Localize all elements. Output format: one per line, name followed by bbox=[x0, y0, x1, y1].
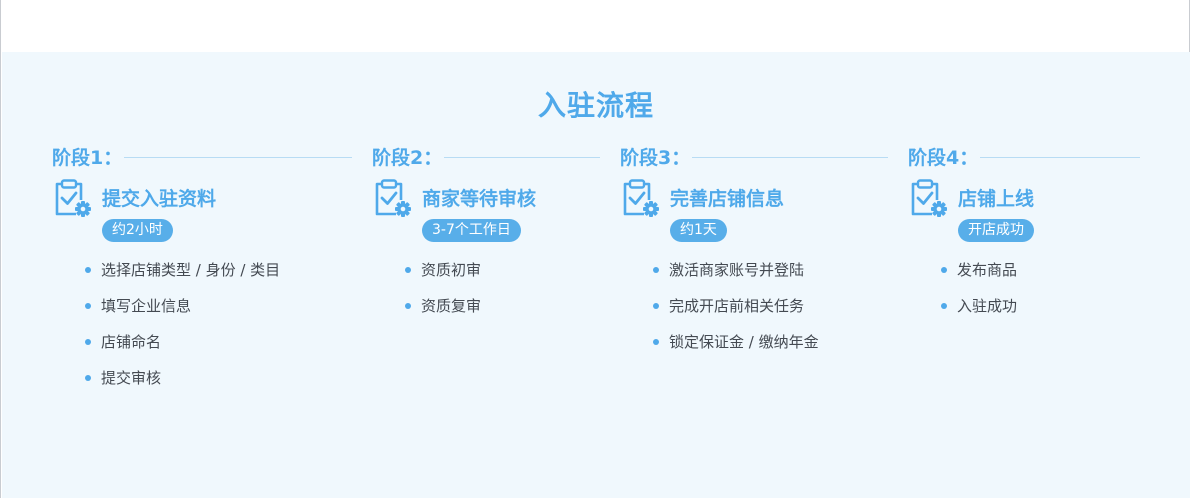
stage-step-list: 资质初审 资质复审 bbox=[405, 258, 481, 330]
list-item: 完成开店前相关任务 bbox=[653, 294, 819, 330]
list-item: 资质初审 bbox=[405, 258, 481, 294]
stage-step-list: 发布商品 入驻成功 bbox=[941, 258, 1017, 330]
stage-name: 店铺上线 bbox=[958, 188, 1035, 210]
clipboard-check-gear-icon bbox=[620, 178, 660, 218]
stage-label: 阶段3： bbox=[620, 147, 691, 169]
list-item: 选择店铺类型 / 身份 / 类目 bbox=[85, 258, 280, 294]
section-title: 入驻流程 bbox=[537, 89, 654, 122]
clipboard-check-gear-icon bbox=[52, 178, 92, 218]
stage-divider bbox=[980, 157, 1140, 158]
list-item: 提交审核 bbox=[85, 366, 280, 402]
stage-header: 阶段2： bbox=[372, 146, 600, 170]
stage-divider bbox=[124, 157, 352, 158]
stage-header: 阶段1： bbox=[52, 146, 352, 170]
stage-header: 阶段3： bbox=[620, 146, 888, 170]
stage-label: 阶段4： bbox=[908, 147, 979, 169]
stage-label: 阶段2： bbox=[372, 147, 443, 169]
list-item: 锁定保证金 / 缴纳年金 bbox=[653, 330, 819, 366]
list-item: 资质复审 bbox=[405, 294, 481, 330]
stage-step-list: 选择店铺类型 / 身份 / 类目 填写企业信息 店铺命名 提交审核 bbox=[85, 258, 280, 402]
stage-2: 阶段2： 商家等待审核 3-7个工作日 资质初审 资质复审 bbox=[372, 146, 600, 315]
duration-badge: 约2小时 bbox=[102, 219, 173, 242]
stage-1: 阶段1： 提交入驻资料 约2小时 选择店铺类型 / 身份 / 类目 填写企业信息… bbox=[52, 146, 352, 387]
stage-label: 阶段1： bbox=[52, 147, 123, 169]
stage-step-list: 激活商家账号并登陆 完成开店前相关任务 锁定保证金 / 缴纳年金 bbox=[653, 258, 819, 366]
list-item: 发布商品 bbox=[941, 258, 1017, 294]
duration-badge: 开店成功 bbox=[958, 219, 1034, 242]
clipboard-check-gear-icon bbox=[372, 178, 412, 218]
list-item: 激活商家账号并登陆 bbox=[653, 258, 819, 294]
stage-4: 阶段4： 店铺上线 开店成功 发布商品 入驻成功 bbox=[908, 146, 1140, 315]
stage-name: 商家等待审核 bbox=[422, 188, 537, 210]
stage-divider bbox=[692, 157, 888, 158]
clipboard-check-gear-icon bbox=[908, 178, 948, 218]
list-item: 填写企业信息 bbox=[85, 294, 280, 330]
stage-3: 阶段3： 完善店铺信息 约1天 激活商家账号并登陆 完成开店前相关任务 锁定保证… bbox=[620, 146, 888, 351]
page-frame: 入驻流程 阶段1： 提交入驻资料 约2小时 选择店铺类型 / 身份 / 类目 填… bbox=[0, 0, 1190, 498]
stage-divider bbox=[444, 157, 600, 158]
stage-name: 提交入驻资料 bbox=[102, 188, 217, 210]
list-item: 店铺命名 bbox=[85, 330, 280, 366]
stage-name: 完善店铺信息 bbox=[670, 188, 785, 210]
stage-header: 阶段4： bbox=[908, 146, 1140, 170]
list-item: 入驻成功 bbox=[941, 294, 1017, 330]
duration-badge: 约1天 bbox=[670, 219, 727, 242]
duration-badge: 3-7个工作日 bbox=[422, 219, 521, 242]
